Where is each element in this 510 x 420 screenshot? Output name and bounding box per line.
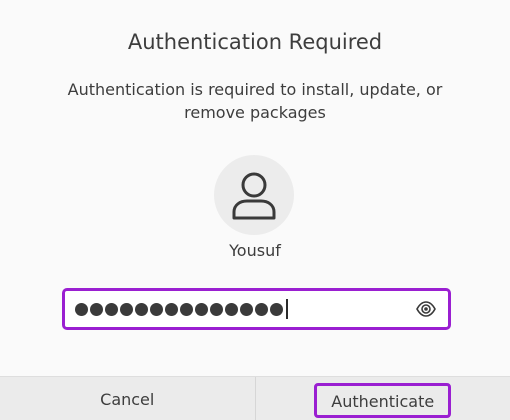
avatar bbox=[214, 155, 294, 235]
dialog-message: Authentication is required to install, u… bbox=[67, 80, 443, 122]
authenticate-button-label: Authenticate bbox=[314, 382, 452, 418]
text-caret bbox=[286, 299, 288, 319]
cancel-button-label: Cancel bbox=[100, 389, 155, 409]
password-dot bbox=[135, 302, 148, 316]
password-dot bbox=[270, 302, 283, 316]
password-dot bbox=[105, 302, 118, 316]
password-input[interactable] bbox=[62, 288, 451, 330]
password-dot bbox=[165, 302, 178, 316]
password-dot bbox=[150, 302, 163, 316]
eye-icon[interactable] bbox=[416, 300, 436, 318]
auth-dialog: Authentication Required Authentication i… bbox=[0, 0, 510, 420]
password-dot bbox=[240, 302, 253, 316]
password-dot bbox=[120, 302, 133, 316]
password-dot bbox=[255, 302, 268, 316]
username-label: Yousuf bbox=[229, 241, 281, 260]
password-dot bbox=[75, 302, 88, 316]
dialog-title: Authentication Required bbox=[127, 30, 383, 54]
button-bar: Cancel Authenticate bbox=[0, 376, 510, 420]
password-dot bbox=[195, 302, 208, 316]
password-dot bbox=[90, 302, 103, 316]
cancel-button[interactable]: Cancel bbox=[0, 377, 256, 420]
password-mask bbox=[65, 302, 283, 316]
user-icon bbox=[232, 172, 276, 220]
authenticate-button[interactable]: Authenticate bbox=[256, 377, 510, 420]
password-dot bbox=[225, 302, 238, 316]
password-dot bbox=[180, 302, 193, 316]
password-dot bbox=[210, 302, 223, 316]
